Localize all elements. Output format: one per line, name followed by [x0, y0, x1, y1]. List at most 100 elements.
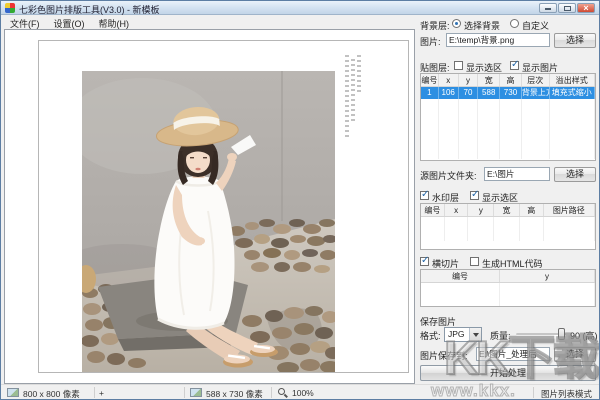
menu-settings[interactable]: 设置(O)	[47, 16, 92, 29]
sticker-table: 编号 x y 宽 高 层次 溢出样式 1 106 70 588 730 背景上方…	[420, 73, 596, 161]
save-path-input[interactable]	[476, 347, 550, 361]
column-header: 层次	[522, 74, 550, 86]
select-source-folder-button[interactable]: 选择	[554, 167, 596, 182]
quality-label: 质量:	[490, 329, 511, 342]
canvas-size-icon	[7, 388, 19, 397]
table-row[interactable]: 1 106 70 588 730 背景上方 填充式缩小	[421, 87, 595, 99]
decorative-vertical-text	[357, 55, 361, 93]
column-header: y	[500, 270, 595, 282]
maximize-button[interactable]	[558, 3, 576, 13]
watermark-table-header: 编号 x y 宽 高 图片路径	[421, 204, 595, 217]
sticker-table-header: 编号 x y 宽 高 层次 溢出样式	[421, 74, 595, 87]
minimize-button[interactable]	[539, 3, 557, 13]
table-row-empty	[421, 135, 595, 147]
column-header: 编号	[421, 270, 500, 282]
quality-slider[interactable]	[516, 333, 566, 336]
status-bar: 800 x 800 像素 + 588 x 730 像素 100% 图片列表模式	[1, 384, 599, 399]
cell-x: 106	[439, 87, 459, 99]
start-processing-button[interactable]: 开始处理	[420, 365, 596, 381]
radio-select-background-label[interactable]: 选择背景	[464, 19, 500, 32]
table-row-empty	[421, 283, 595, 295]
menu-help[interactable]: 帮助(H)	[92, 16, 137, 29]
table-row-empty	[421, 229, 595, 241]
list-mode-link[interactable]: 图片列表模式	[541, 388, 592, 400]
source-folder-label: 源图片文件夹:	[420, 169, 477, 182]
quality-slider-thumb[interactable]	[558, 328, 565, 340]
plus-sign: +	[99, 388, 104, 398]
watermark-table: 编号 x y 宽 高 图片路径	[420, 203, 596, 250]
select-background-button[interactable]: 选择	[554, 33, 596, 48]
column-header: 高	[500, 74, 522, 86]
quality-value: 90 (高)	[570, 329, 598, 342]
cell-overflow-style: 填充式缩小	[550, 87, 595, 99]
column-header: 宽	[478, 74, 500, 86]
cell-y: 70	[459, 87, 479, 99]
column-header: 编号	[421, 204, 445, 216]
background-image-path-input[interactable]	[446, 33, 550, 47]
image-size-text: 588 x 730 像素	[206, 388, 263, 400]
zoom-level-text: 100%	[292, 388, 314, 398]
minimize-icon	[545, 8, 551, 10]
watermark-show-selection-checkbox[interactable]	[470, 191, 479, 200]
background-layer-label: 背景层:	[420, 19, 450, 32]
table-row-empty	[421, 99, 595, 111]
cell-width: 588	[478, 87, 500, 99]
radio-custom-background[interactable]	[510, 19, 519, 28]
show-image-checkbox[interactable]	[510, 61, 519, 70]
slice-checkbox[interactable]	[420, 257, 429, 266]
format-select[interactable]: JPG	[444, 327, 482, 342]
separator	[94, 387, 95, 398]
title-bar[interactable]: 七彩色图片排版工具(V3.0) - 新模板 ×	[1, 1, 599, 15]
column-header: 高	[520, 204, 544, 216]
column-header: y	[468, 204, 494, 216]
decorative-vertical-text	[351, 59, 355, 121]
table-row-empty	[421, 147, 595, 159]
column-header: 图片路径	[544, 204, 595, 216]
watermark-layer-checkbox[interactable]	[420, 191, 429, 200]
app-window: 七彩色图片排版工具(V3.0) - 新模板 × 文件(F) 设置(O) 帮助(H…	[0, 0, 600, 400]
maximize-icon	[564, 6, 571, 11]
menu-file[interactable]: 文件(F)	[3, 16, 47, 29]
generate-html-checkbox[interactable]	[470, 257, 479, 266]
format-label: 格式:	[420, 329, 441, 342]
placed-photo[interactable]	[82, 71, 335, 373]
slice-table-header: 编号 y	[421, 270, 595, 283]
table-row-empty	[421, 123, 595, 135]
background-image-label: 图片:	[420, 35, 441, 48]
slice-table: 编号 y	[420, 269, 596, 307]
layout-canvas[interactable]	[38, 40, 409, 373]
source-folder-input[interactable]	[484, 167, 550, 181]
close-button[interactable]: ×	[577, 3, 595, 13]
separator	[271, 387, 272, 398]
control-panel: 背景层: 选择背景 自定义 图片: 选择 贴图层: 显示选区 显示图片 编号 x…	[418, 15, 599, 385]
table-row-empty	[421, 111, 595, 123]
select-save-folder-button[interactable]: 选择	[554, 347, 596, 362]
column-header: y	[459, 74, 479, 86]
menu-bar: 文件(F) 设置(O) 帮助(H)	[3, 16, 136, 29]
column-header: x	[439, 74, 459, 86]
window-title: 七彩色图片排版工具(V3.0) - 新模板	[19, 3, 160, 16]
cell-number: 1	[421, 87, 439, 99]
column-header: 溢出样式	[550, 74, 595, 86]
image-size-icon	[190, 388, 202, 397]
radio-custom-background-label[interactable]: 自定义	[522, 19, 549, 32]
show-selection-checkbox[interactable]	[454, 61, 463, 70]
preview-area	[4, 29, 415, 384]
chevron-down-icon	[469, 328, 481, 341]
column-header: 宽	[494, 204, 520, 216]
close-icon: ×	[578, 3, 594, 14]
app-icon	[5, 3, 15, 13]
magnifier-icon	[278, 388, 285, 395]
save-to-label: 图片保存到:	[420, 349, 468, 362]
format-value: JPG	[448, 329, 465, 339]
photo-illustration	[82, 71, 335, 373]
canvas-size-text: 800 x 800 像素	[23, 388, 80, 400]
table-row-empty	[421, 295, 595, 307]
separator	[533, 387, 534, 398]
table-row-empty	[421, 217, 595, 229]
radio-select-background[interactable]	[452, 19, 461, 28]
cell-height: 730	[500, 87, 522, 99]
separator	[184, 387, 185, 398]
column-header: x	[445, 204, 469, 216]
column-header: 编号	[421, 74, 439, 86]
